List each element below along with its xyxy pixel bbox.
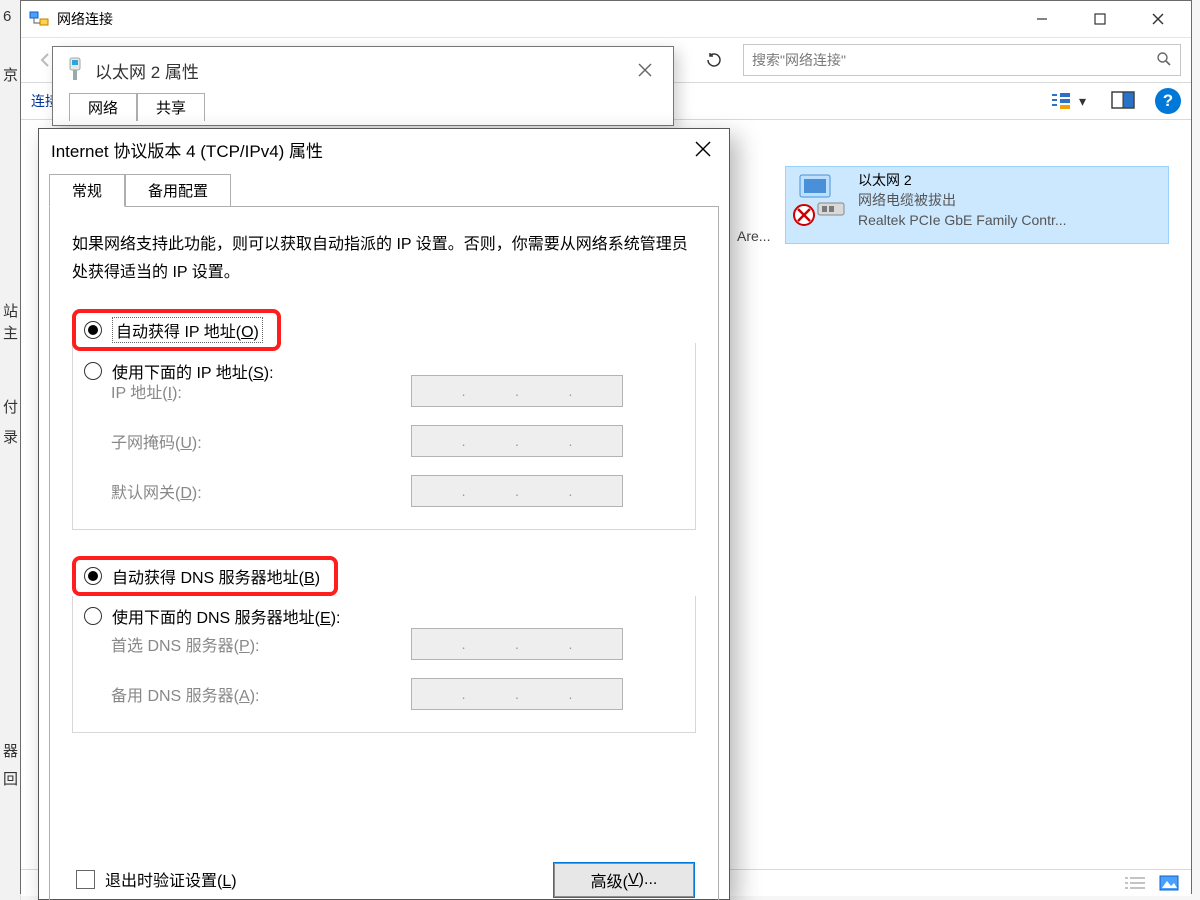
radio-dot-icon	[84, 607, 102, 625]
dns-group: 自动获得 DNS 服务器地址(B) 使用下面的 DNS 服务器地址(E): 首选…	[72, 596, 696, 733]
input-default-gateway: ...	[411, 475, 623, 507]
tab-general[interactable]: 常规	[49, 174, 125, 207]
radio-auto-ip-label: 自动获得 IP 地址(O)	[112, 317, 263, 343]
bg-glyph: 站	[3, 300, 18, 321]
label-alternate-dns: 备用 DNS 服务器(A):	[111, 682, 411, 706]
truncated-text: Are...	[737, 228, 770, 244]
search-box[interactable]: 搜索"网络连接"	[743, 44, 1181, 76]
adapter-name: 以太网 2	[858, 171, 1067, 190]
refresh-button[interactable]	[697, 45, 731, 75]
radio-auto-dns-label: 自动获得 DNS 服务器地址(B)	[112, 564, 320, 588]
close-button[interactable]	[683, 129, 723, 169]
ip-address-group: 自动获得 IP 地址(O) 使用下面的 IP 地址(S): IP 地址(I): …	[72, 343, 696, 530]
close-button[interactable]	[1129, 1, 1187, 37]
maximize-button[interactable]	[1071, 1, 1129, 37]
view-options[interactable]: ▾	[1049, 90, 1091, 112]
network-connections-icon	[29, 9, 49, 29]
ethernet-plug-icon	[65, 56, 85, 85]
adapter-device: Realtek PCIe GbE Family Contr...	[858, 211, 1067, 230]
close-button[interactable]	[625, 50, 665, 90]
dialog-title: Internet 协议版本 4 (TCP/IPv4) 属性	[51, 137, 683, 162]
dialog-title: 以太网 2 属性	[95, 58, 625, 83]
radio-auto-dns[interactable]: 自动获得 DNS 服务器地址(B)	[84, 564, 320, 588]
input-alternate-dns: ...	[411, 678, 623, 710]
bg-glyph: 主	[3, 322, 18, 343]
help-button[interactable]: ?	[1155, 88, 1181, 114]
tab-network[interactable]: 网络	[69, 93, 137, 121]
preview-pane-button[interactable]	[1111, 91, 1135, 112]
field-default-gateway: 默认网关(D): ...	[111, 475, 677, 507]
background-app-sliver: 6 京 站 主 付 录 器 回	[0, 0, 21, 900]
radio-manual-dns[interactable]: 使用下面的 DNS 服务器地址(E):	[84, 604, 696, 628]
bg-glyph: 录	[3, 426, 18, 447]
search-placeholder: 搜索"网络连接"	[752, 50, 846, 70]
description-text: 如果网络支持此功能，则可以获取自动指派的 IP 设置。否则，你需要从网络系统管理…	[72, 231, 692, 287]
adapter-item-ethernet2[interactable]: 以太网 2 网络电缆被拔出 Realtek PCIe GbE Family Co…	[785, 166, 1169, 244]
highlight-auto-dns: 自动获得 DNS 服务器地址(B)	[72, 556, 338, 596]
label-default-gateway: 默认网关(D):	[111, 479, 411, 503]
highlight-auto-ip: 自动获得 IP 地址(O)	[72, 309, 281, 351]
search-icon	[1156, 51, 1172, 70]
checkbox-validate-on-exit[interactable]: 退出时验证设置(L)	[76, 867, 237, 891]
ethernet-properties-dialog: 以太网 2 属性 网络 共享	[52, 46, 674, 126]
input-subnet-mask: ...	[411, 425, 623, 457]
ipv4-properties-dialog: Internet 协议版本 4 (TCP/IPv4) 属性 常规 备用配置 如果…	[38, 128, 730, 900]
bg-glyph: 器	[3, 740, 18, 761]
radio-auto-ip[interactable]: 自动获得 IP 地址(O)	[84, 317, 263, 343]
layout-icon	[1049, 90, 1073, 112]
field-preferred-dns: 首选 DNS 服务器(P): ...	[111, 628, 677, 660]
titlebar[interactable]: 网络连接	[21, 1, 1191, 37]
field-subnet-mask: 子网掩码(U): ...	[111, 425, 677, 457]
adapter-status: 网络电缆被拔出	[858, 191, 1067, 210]
input-preferred-dns: ...	[411, 628, 623, 660]
bg-glyph: 6	[3, 8, 11, 25]
label-preferred-dns: 首选 DNS 服务器(P):	[111, 632, 411, 656]
window-title: 网络连接	[57, 9, 1013, 29]
bg-glyph: 京	[3, 64, 18, 85]
radio-manual-ip[interactable]: 使用下面的 IP 地址(S):	[84, 359, 696, 383]
radio-dot-icon	[84, 321, 102, 339]
titlebar[interactable]: 以太网 2 属性	[53, 47, 673, 93]
minimize-button[interactable]	[1013, 1, 1071, 37]
radio-dot-icon	[84, 567, 102, 585]
advanced-button[interactable]: 高级(V)...	[554, 863, 694, 897]
tab-alt-config[interactable]: 备用配置	[125, 174, 231, 207]
tab-sharing[interactable]: 共享	[137, 93, 205, 121]
details-view-icon[interactable]	[1123, 874, 1147, 892]
titlebar[interactable]: Internet 协议版本 4 (TCP/IPv4) 属性	[39, 129, 729, 169]
label-subnet-mask: 子网掩码(U):	[111, 429, 411, 453]
field-alternate-dns: 备用 DNS 服务器(A): ...	[111, 678, 677, 710]
adapter-icon	[792, 171, 848, 227]
checkbox-validate-label: 退出时验证设置(L)	[105, 867, 237, 891]
radio-manual-ip-label: 使用下面的 IP 地址(S):	[112, 359, 274, 383]
radio-manual-dns-label: 使用下面的 DNS 服务器地址(E):	[112, 604, 340, 628]
radio-dot-icon	[84, 362, 102, 380]
bg-glyph: 回	[3, 768, 18, 789]
general-tab-page: 如果网络支持此功能，则可以获取自动指派的 IP 设置。否则，你需要从网络系统管理…	[49, 206, 719, 900]
chevron-down-icon: ▾	[1079, 93, 1091, 110]
bg-glyph: 付	[3, 396, 18, 417]
large-icons-view-icon[interactable]	[1157, 874, 1181, 892]
checkbox-icon	[76, 870, 95, 889]
